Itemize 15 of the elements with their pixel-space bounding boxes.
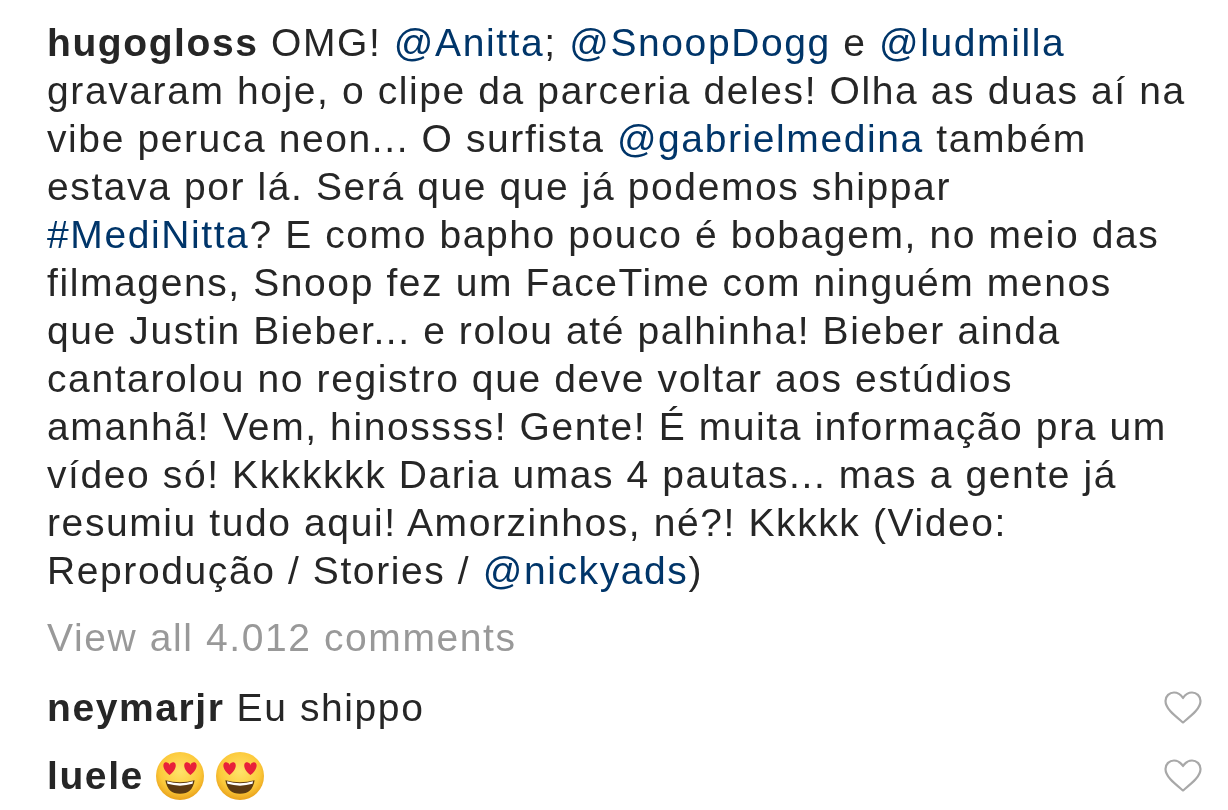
hashtag-link[interactable]: #MediNitta bbox=[47, 213, 250, 256]
mention-link[interactable]: @SnoopDogg bbox=[569, 21, 831, 64]
comment-username[interactable]: neymarjr bbox=[47, 684, 225, 732]
heart-eyes-emoji-icon bbox=[155, 752, 204, 800]
username-link[interactable]: hugogloss bbox=[47, 21, 259, 64]
heart-eyes-emoji-icon bbox=[215, 752, 264, 800]
mention-link[interactable]: @nickyads bbox=[482, 549, 689, 592]
comment-username[interactable]: luele bbox=[47, 752, 144, 800]
post-caption: hugogloss OMG! @Anitta; @SnoopDogg e @ludmilla gravaram hoje, o clipe da parceria deles! Olha as duas aí na vibe peruca neon... O surfista @gabrielmedina também estava por lá. Será que que já podemos shippar #MediNitta? E como bapho pouco é bobagem, no meio das filmagens, Snoop fez um FaceTime com ninguém menos que Justin Bieber... e rolou até palhinha! Bieber ainda cantarolou no registro que deve voltar aos estúdios amanhã! Vem, hinossss! Gente! É muita informação pra um vídeo só! Kkkkkkk Daria umas 4 pautas... mas a gente já resumiu tudo aqui! Amorzinhos, né?! Kkkkk (Video: Reprodução / Stories / @nickyads) bbox=[47, 20, 1186, 594]
comment-text: Eu shippo bbox=[236, 685, 425, 731]
mention-link[interactable]: @gabrielmedina bbox=[616, 117, 924, 160]
heart-icon[interactable] bbox=[1164, 691, 1202, 725]
mention-link[interactable]: @ludmilla bbox=[879, 21, 1066, 64]
heart-icon[interactable] bbox=[1164, 759, 1202, 793]
mention-link[interactable]: @Anitta bbox=[393, 21, 545, 64]
